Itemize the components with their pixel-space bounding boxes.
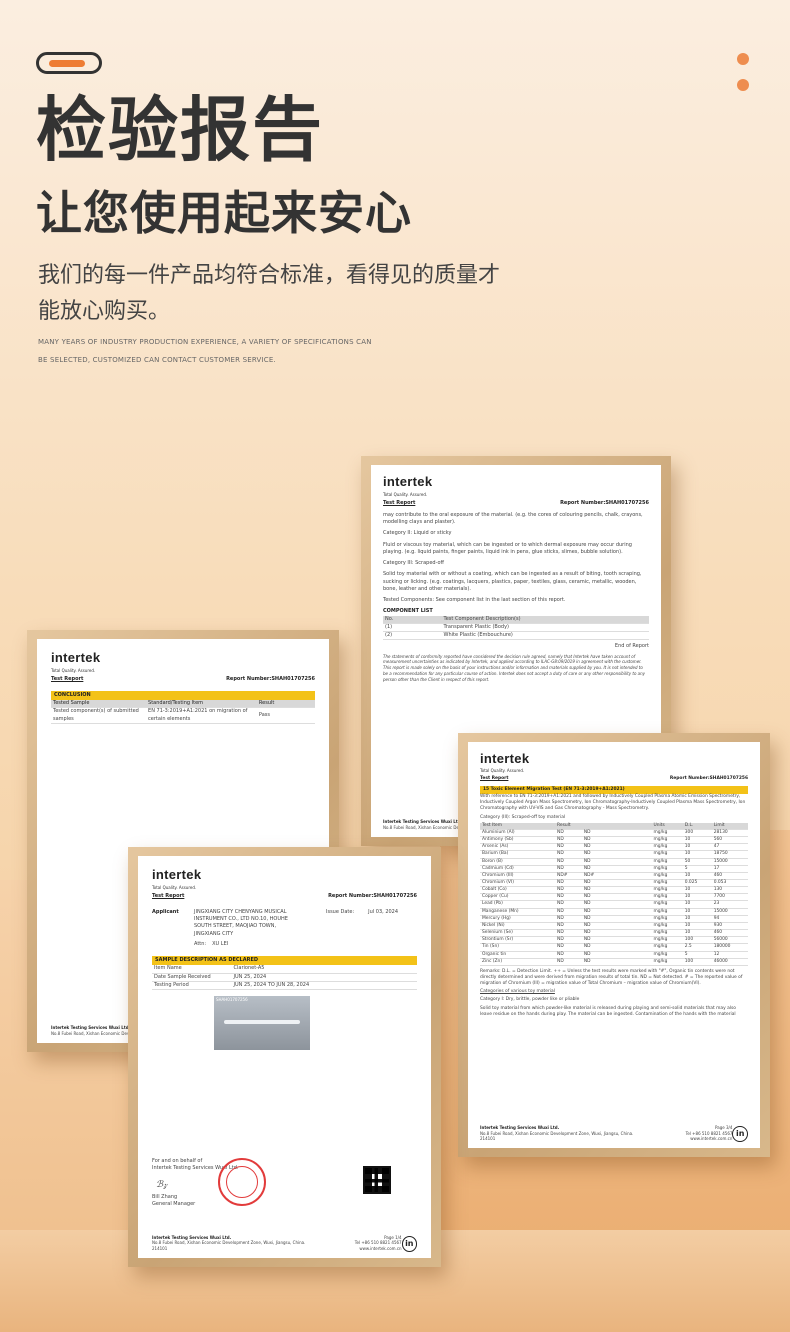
test-report-label: Test Report bbox=[152, 892, 185, 899]
table-row: Antimony (Sb) ND ND mg/kg 10 560 bbox=[480, 836, 748, 845]
element-table: Test Item Result Units D.L. Limit Alumin… bbox=[480, 822, 748, 966]
sample-photo: SHAH01707256 bbox=[214, 996, 310, 1051]
section-header: 15 Toxic Element Migration Test (EN 71-3… bbox=[480, 785, 748, 795]
footer-address: No.8 Fubei Road, Xishan Economic Develop… bbox=[152, 1240, 306, 1252]
report-number: Report Number:SHAH01707256 bbox=[669, 775, 748, 781]
report-number: Report Number:SHAH01707256 bbox=[328, 892, 417, 899]
intertek-logo: intertek bbox=[480, 751, 530, 766]
report-number: Report Number:SHAH01707256 bbox=[226, 675, 315, 682]
table-row: Tested component(s) of submitted samples… bbox=[51, 707, 315, 724]
conclusion-header: CONCLUSION bbox=[51, 690, 315, 701]
paragraph: With reference to EN 71-3:2019+A1:2021 a… bbox=[480, 794, 746, 812]
end-of-report: End of Report bbox=[614, 643, 649, 650]
category-heading: Category III: Scraped-off bbox=[383, 560, 444, 567]
table-row: Barium (Ba) ND ND mg/kg 10 18750 bbox=[480, 850, 748, 859]
table-row: Item Name Clarionet-A5 bbox=[152, 965, 417, 974]
english-description: MANY YEARS OF INDUSTRY PRODUCTION EXPERI… bbox=[38, 338, 372, 364]
applicant-label: Applicant bbox=[152, 908, 179, 915]
paragraph: Solid toy material with or without a coa… bbox=[383, 571, 642, 592]
decorative-dot bbox=[737, 79, 749, 91]
signer-title: General Manager bbox=[152, 1200, 196, 1207]
table-row: (1) Transparent Plastic (Body) bbox=[383, 623, 649, 633]
table-row: Selenium (Se) ND ND mg/kg 10 460 bbox=[480, 929, 748, 938]
attn-value: XU LEI bbox=[212, 940, 229, 947]
table-row: Chromium (VI) ND ND mg/kg 0.025 0.053 bbox=[480, 879, 748, 888]
footer-address: No.8 Fubei Road, Xishan Economic Develop… bbox=[480, 1130, 634, 1142]
paragraph: Tested Components: See component list in… bbox=[383, 597, 566, 604]
category-heading: Category II: Liquid or sticky bbox=[383, 530, 452, 537]
table-row: (2) White Plastic (Embouchure) bbox=[383, 631, 649, 641]
page-description: 我们的每一件产品均符合标准，看得见的质量才能放心购买。 bbox=[38, 263, 501, 325]
attn-label: Attn: bbox=[194, 940, 207, 947]
table-row: Zinc (Zn) ND ND mg/kg 100 46000 bbox=[480, 958, 748, 966]
table-row: Nickel (Ni) ND ND mg/kg 10 930 bbox=[480, 922, 748, 931]
certificate-frame-front: intertek Total Quality. Assured. Test Re… bbox=[128, 847, 441, 1267]
sample-description-header: SAMPLE DESCRIPTION AS DECLARED bbox=[152, 956, 417, 966]
test-report-label: Test Report bbox=[51, 675, 84, 682]
table-row: Arsenic (As) ND ND mg/kg 10 47 bbox=[480, 843, 748, 852]
table-row: Organic tin ND ND mg/kg 5 12 bbox=[480, 951, 748, 959]
intertek-logo: intertek bbox=[383, 474, 433, 489]
paragraph: Fluid or viscous toy material, which can… bbox=[383, 541, 632, 555]
applicant-value: JINGXIANG CITY CHENYANG MUSICAL INSTRUME… bbox=[194, 908, 288, 937]
table-row: Aluminium (Al) ND ND mg/kg 300 28130 bbox=[480, 829, 748, 838]
table-row: Boron (B) ND ND mg/kg 50 15000 bbox=[480, 858, 748, 866]
conclusion-table: Tested Sample Standard/Testing Item Resu… bbox=[51, 700, 315, 724]
table-row: Copper (Cu) ND ND mg/kg 10 7700 bbox=[480, 893, 748, 902]
official-seal-icon bbox=[218, 1158, 266, 1206]
issue-date-label: Issue Date: bbox=[326, 908, 355, 915]
paragraph: Solid toy material from which powder-lik… bbox=[480, 1005, 736, 1017]
report-number: Report Number:SHAH01707256 bbox=[560, 499, 649, 506]
footer-contact: Tel +86 510 8821 4567 www.intertek.com.c… bbox=[354, 1240, 402, 1252]
table-row: Testing Period JUN 25, 2024 TO JUN 28, 20… bbox=[152, 981, 417, 991]
paragraph: may contribute to the oral exposure of t… bbox=[383, 511, 643, 526]
intertek-badge-icon: in bbox=[401, 1236, 417, 1252]
table-row: Mercury (Hg) ND ND mg/kg 10 94 bbox=[480, 915, 748, 923]
category-heading: Category I: Dry, brittle, powder like or… bbox=[480, 997, 580, 1003]
table-row: Manganese (Mn) ND ND mg/kg 10 15000 bbox=[480, 908, 748, 916]
section-heading: COMPONENT LIST bbox=[383, 608, 433, 615]
footer-contact: Tel +86 510 8821 4567 www.intertek.com.c… bbox=[685, 1130, 733, 1142]
disclaimer: The statements of conformity reported ha… bbox=[383, 653, 646, 682]
section-heading: Categories of various toy material bbox=[480, 989, 555, 995]
remarks: Remarks: D.L. = Detection Limit. ++ = Un… bbox=[480, 968, 743, 987]
category-heading: Category (III): Scraped-off toy material bbox=[480, 814, 566, 820]
component-table: No. Test Component Description(s) (1) Tran… bbox=[383, 615, 649, 641]
table-row: Date Sample Received JUN 25, 2024 bbox=[152, 973, 417, 982]
decorative-pill bbox=[36, 52, 102, 74]
sample-table: Item Name Clarionet-A5 Date Sample Receiv… bbox=[152, 965, 417, 991]
table-row: Chromium (III) ND# ND# mg/kg 10 460 bbox=[480, 872, 748, 880]
table-row: Strontium (Sr) ND ND mg/kg 100 56000 bbox=[480, 936, 748, 945]
table-row: Cobalt (Co) ND ND mg/kg 10 130 bbox=[480, 886, 748, 895]
issue-date-value: Jul 03, 2024 bbox=[368, 908, 399, 915]
intertek-badge-icon: in bbox=[732, 1126, 748, 1142]
page-title: 检验报告 bbox=[36, 89, 324, 171]
certificate-frame-right: intertek Total Quality. Assured. Test Re… bbox=[458, 733, 770, 1157]
table-row: Tin (Sn) ND ND mg/kg 2.5 180000 bbox=[480, 943, 748, 952]
intertek-logo: intertek bbox=[51, 650, 101, 665]
intertek-logo: intertek bbox=[152, 867, 202, 882]
table-row: Cadmium (Cd) ND ND mg/kg 5 17 bbox=[480, 865, 748, 873]
test-report-label: Test Report bbox=[480, 775, 509, 781]
decorative-dot bbox=[737, 53, 749, 65]
table-row: Lead (Pb) ND ND mg/kg 10 23 bbox=[480, 900, 748, 909]
test-report-label: Test Report bbox=[383, 499, 416, 506]
qr-code-icon bbox=[363, 1166, 391, 1194]
page-subtitle: 让您使用起来安心 bbox=[36, 186, 412, 240]
